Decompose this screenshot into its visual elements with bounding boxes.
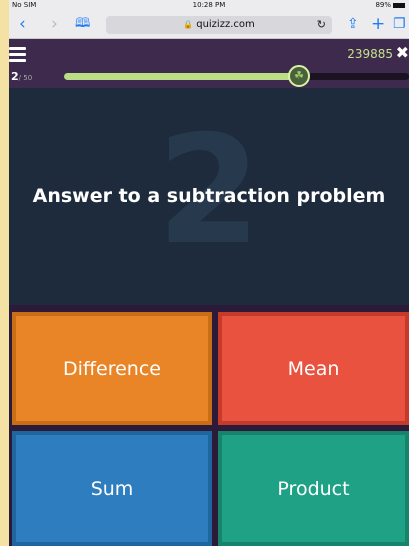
- answer-option-mean[interactable]: Mean: [218, 312, 409, 425]
- question-total: / 50: [18, 74, 33, 82]
- progress-fill: [64, 73, 299, 80]
- share-icon[interactable]: ⇪: [347, 15, 359, 33]
- answer-option-difference[interactable]: Difference: [12, 312, 212, 425]
- app-frame: No SIM 10:28 PM 89% ‹ › 🕮 🔒 quizizz.com ↻…: [9, 0, 409, 546]
- forward-icon[interactable]: ›: [51, 15, 58, 33]
- answer-option-product[interactable]: Product: [218, 431, 409, 546]
- avatar-icon: ☘: [288, 65, 310, 87]
- question-panel: 2 Answer to a subtraction problem: [9, 88, 409, 305]
- bookmarks-icon[interactable]: 🕮: [75, 15, 90, 33]
- question-number: 2: [11, 70, 19, 83]
- score-display: 239885: [347, 47, 393, 61]
- lock-icon: 🔒: [183, 20, 194, 29]
- question-counter: 2/ 50: [11, 70, 32, 83]
- answer-option-sum[interactable]: Sum: [12, 431, 212, 546]
- address-bar[interactable]: 🔒 quizizz.com ↻: [106, 16, 332, 34]
- game-header: 239885 ✖ 2/ 50 ☘: [9, 39, 409, 88]
- question-text: Answer to a subtraction problem: [32, 185, 386, 207]
- tabs-icon[interactable]: ❐: [393, 15, 406, 33]
- progress-bar: ☘: [64, 65, 409, 87]
- status-bar: No SIM 10:28 PM 89%: [9, 0, 409, 12]
- clock: 10:28 PM: [192, 1, 226, 9]
- battery-indicator: 89%: [375, 1, 405, 9]
- answer-grid: Difference Mean Sum Product: [9, 305, 409, 546]
- reload-icon[interactable]: ↻: [317, 16, 326, 34]
- browser-toolbar: ‹ › 🕮 🔒 quizizz.com ↻ ⇪ + ❐: [9, 12, 409, 39]
- url-text: quizizz.com: [196, 19, 255, 30]
- back-icon[interactable]: ‹: [19, 15, 26, 33]
- battery-icon: [393, 2, 405, 8]
- menu-icon[interactable]: [9, 47, 26, 62]
- battery-label: 89%: [375, 1, 391, 9]
- new-tab-icon[interactable]: +: [371, 15, 385, 33]
- close-icon[interactable]: ✖: [396, 43, 409, 62]
